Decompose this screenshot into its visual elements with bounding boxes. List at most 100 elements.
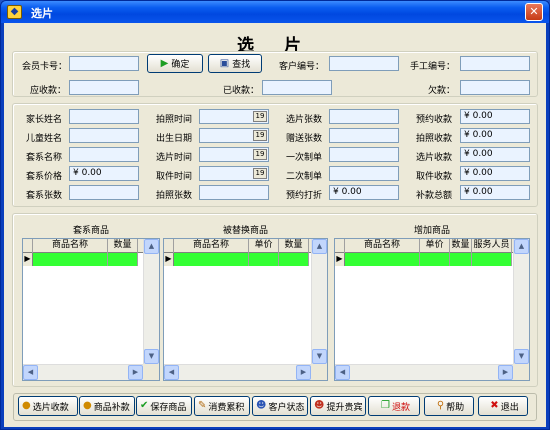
- select-time-input[interactable]: 19: [199, 147, 269, 162]
- select-receipt-input[interactable]: ¥ 0.00: [460, 147, 530, 162]
- booking-discount-input[interactable]: ¥ 0.00: [329, 185, 399, 200]
- package-goods-grid[interactable]: 商品名称 数量 ▶ ▲ ▼ ◀ ▶: [22, 238, 160, 381]
- column-header[interactable]: 商品名称: [174, 239, 249, 253]
- column-header[interactable]: 数量: [279, 239, 309, 253]
- column-header[interactable]: 服务人员: [472, 239, 512, 253]
- consume-accumulate-label: 消费累积: [208, 402, 245, 413]
- table-cell[interactable]: [345, 253, 420, 266]
- select-time-calendar-button[interactable]: 19: [253, 149, 267, 160]
- column-header[interactable]: 数量: [450, 239, 472, 253]
- added-goods-title: 增加商品: [413, 226, 450, 236]
- receivable-input[interactable]: [69, 80, 139, 95]
- table-cell[interactable]: [279, 253, 309, 266]
- vertical-scrollbar[interactable]: ▲ ▼: [311, 239, 327, 364]
- added-goods-grid[interactable]: 商品名称 单价 数量 服务人员 ▶ ▲ ▼ ◀ ▶: [334, 238, 530, 381]
- table-cell[interactable]: [174, 253, 249, 266]
- column-header[interactable]: 数量: [108, 239, 138, 253]
- birth-date-calendar-button[interactable]: 19: [253, 130, 267, 141]
- shoot-time-input[interactable]: 19: [199, 109, 269, 124]
- vertical-scrollbar[interactable]: ▲ ▼: [513, 239, 529, 364]
- owed-input[interactable]: [460, 80, 530, 95]
- scroll-right-arrow[interactable]: ▶: [128, 365, 143, 380]
- gift-count-label: 赠送张数: [286, 134, 323, 144]
- table-cell[interactable]: [420, 253, 450, 266]
- column-header[interactable]: 单价: [420, 239, 450, 253]
- member-card-input[interactable]: [69, 56, 139, 71]
- scroll-left-arrow[interactable]: ◀: [164, 365, 179, 380]
- title-bar[interactable]: ◆ 选片 ✕: [1, 1, 549, 23]
- first-sheet-input[interactable]: [329, 147, 399, 162]
- replaced-goods-grid[interactable]: 商品名称 单价 数量 ▶ ▲ ▼ ◀ ▶: [163, 238, 328, 381]
- shoot-time-calendar-button[interactable]: 19: [253, 111, 267, 122]
- child-name-label: 儿童姓名: [26, 134, 63, 144]
- column-header[interactable]: 商品名称: [345, 239, 420, 253]
- scroll-down-arrow[interactable]: ▼: [144, 349, 159, 364]
- upgrade-vip-button[interactable]: ☻ 提升贵宾: [310, 396, 366, 416]
- horizontal-scrollbar[interactable]: ◀ ▶: [164, 364, 311, 380]
- second-sheet-input[interactable]: [329, 166, 399, 181]
- shoot-receipt-input[interactable]: ¥ 0.00: [460, 128, 530, 143]
- pickup-receipt-input[interactable]: ¥ 0.00: [460, 166, 530, 181]
- search-button[interactable]: ▣ 查找: [208, 54, 262, 73]
- vertical-scrollbar[interactable]: ▲ ▼: [143, 239, 159, 364]
- close-button[interactable]: ✕: [525, 3, 543, 21]
- gift-count-input[interactable]: [329, 128, 399, 143]
- confirm-button[interactable]: ▶ 确定: [147, 54, 203, 73]
- goods-extra-label: 商品补款: [93, 402, 130, 413]
- pickup-time-label: 取件时间: [156, 172, 193, 182]
- consume-accumulate-button[interactable]: ✎ 消费累积: [194, 396, 250, 416]
- window-title: 选片: [31, 7, 53, 20]
- table-row[interactable]: ▶: [164, 253, 309, 266]
- horizontal-scrollbar[interactable]: ◀ ▶: [335, 364, 513, 380]
- customer-status-button[interactable]: ☻ 客户状态: [252, 396, 308, 416]
- extra-total-input[interactable]: ¥ 0.00: [460, 185, 530, 200]
- goods-extra-button[interactable]: ● 商品补款: [79, 396, 135, 416]
- selected-count-input[interactable]: [329, 109, 399, 124]
- package-count-input[interactable]: [69, 185, 139, 200]
- customer-no-input[interactable]: [329, 56, 399, 71]
- scroll-down-arrow[interactable]: ▼: [514, 349, 529, 364]
- column-header[interactable]: 商品名称: [33, 239, 108, 253]
- booking-receipt-input[interactable]: ¥ 0.00: [460, 109, 530, 124]
- manual-no-input[interactable]: [460, 56, 530, 71]
- scroll-right-arrow[interactable]: ▶: [296, 365, 311, 380]
- manual-no-label: 手工编号：: [410, 62, 456, 72]
- table-cell[interactable]: [249, 253, 279, 266]
- package-name-input[interactable]: [69, 147, 139, 162]
- package-price-input[interactable]: ¥ 0.00: [69, 166, 139, 181]
- customer-status-label: 客户状态: [268, 402, 305, 413]
- person-icon: ☻: [314, 400, 325, 411]
- select-payment-button[interactable]: ● 选片收款: [18, 396, 78, 416]
- scroll-down-arrow[interactable]: ▼: [312, 349, 327, 364]
- scroll-up-arrow[interactable]: ▲: [312, 239, 327, 254]
- help-button[interactable]: ⚲ 帮助: [424, 396, 474, 416]
- column-header[interactable]: 单价: [249, 239, 279, 253]
- replaced-goods-title: 被替换商品: [222, 226, 268, 236]
- save-goods-button[interactable]: ✔ 保存商品: [136, 396, 192, 416]
- scroll-up-arrow[interactable]: ▲: [144, 239, 159, 254]
- refund-button[interactable]: ❐ 退款: [368, 396, 420, 416]
- table-cell[interactable]: [33, 253, 108, 266]
- scroll-right-arrow[interactable]: ▶: [498, 365, 513, 380]
- refund-label: 退款: [391, 402, 410, 413]
- coins-icon: ●: [22, 400, 31, 411]
- horizontal-scrollbar[interactable]: ◀ ▶: [23, 364, 143, 380]
- exit-button[interactable]: ✖ 退出: [478, 396, 528, 416]
- pickup-time-input[interactable]: 19: [199, 166, 269, 181]
- table-row[interactable]: ▶: [23, 253, 138, 266]
- table-cell[interactable]: [450, 253, 472, 266]
- save-goods-label: 保存商品: [150, 402, 187, 413]
- child-name-input[interactable]: [69, 128, 139, 143]
- birth-date-input[interactable]: 19: [199, 128, 269, 143]
- scroll-left-arrow[interactable]: ◀: [23, 365, 38, 380]
- scroll-left-arrow[interactable]: ◀: [335, 365, 350, 380]
- pickup-time-calendar-button[interactable]: 19: [253, 168, 267, 179]
- table-row[interactable]: ▶: [335, 253, 512, 266]
- table-cell[interactable]: [472, 253, 512, 266]
- table-cell[interactable]: [108, 253, 138, 266]
- scroll-up-arrow[interactable]: ▲: [514, 239, 529, 254]
- received-input[interactable]: [262, 80, 332, 95]
- package-name-label: 套系名称: [26, 153, 63, 163]
- parent-name-input[interactable]: [69, 109, 139, 124]
- shoot-count-input[interactable]: [199, 185, 269, 200]
